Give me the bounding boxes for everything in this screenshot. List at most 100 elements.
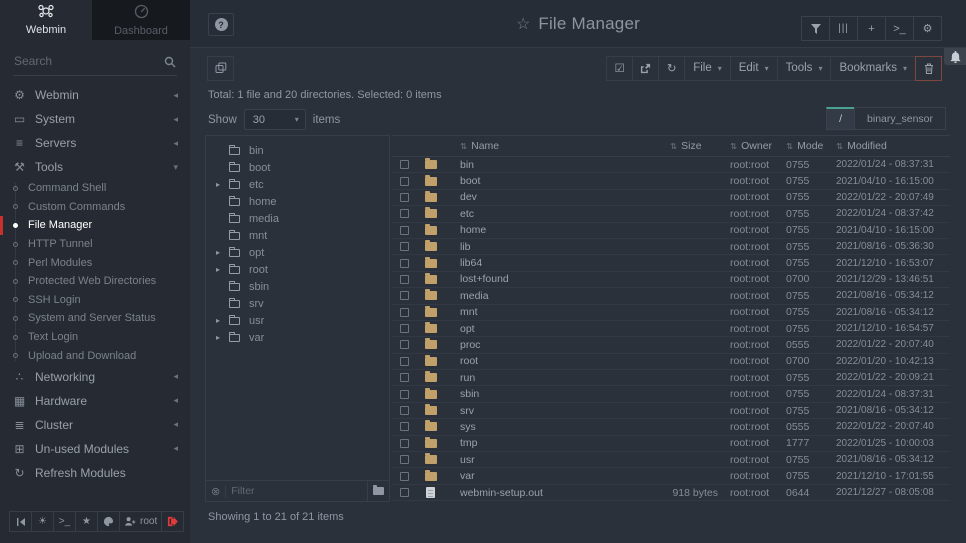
cell-name[interactable]: etc [460, 208, 670, 220]
table-row[interactable]: media root:root 0755 2021/08/16 - 05:34:… [392, 288, 950, 304]
row-checkbox[interactable] [400, 177, 409, 186]
palette-button[interactable] [97, 511, 120, 532]
row-checkbox[interactable] [400, 160, 409, 169]
logout-button[interactable] [161, 511, 184, 532]
tree-item-media[interactable]: media [206, 210, 389, 227]
cell-name[interactable]: opt [460, 323, 670, 335]
cell-name[interactable]: tmp [460, 437, 670, 449]
menu-tools[interactable]: Tools ▾ [777, 56, 832, 81]
row-checkbox[interactable] [400, 357, 409, 366]
table-row[interactable]: home root:root 0755 2021/04/10 - 16:15:0… [392, 223, 950, 239]
tree-expand-icon[interactable]: ▸ [216, 265, 229, 274]
tree-item-home[interactable]: home [206, 193, 389, 210]
clear-filter-icon[interactable]: ⊗ [211, 485, 220, 498]
tree-expand-icon[interactable]: ▸ [216, 333, 229, 342]
cell-name[interactable]: mnt [460, 306, 670, 318]
cell-name[interactable]: sys [460, 421, 670, 433]
notifications-button[interactable] [944, 48, 966, 65]
tree-item-boot[interactable]: boot [206, 159, 389, 176]
table-row[interactable]: dev root:root 0755 2022/01/22 - 20:07:49 [392, 190, 950, 206]
filter-button[interactable] [801, 16, 830, 41]
menu-edit[interactable]: Edit ▾ [730, 56, 778, 81]
column-header-name[interactable]: ⇅Name [460, 140, 670, 152]
sidebar-item-refresh-modules[interactable]: ↻ Refresh Modules [0, 461, 190, 485]
settings-button[interactable]: ⚙ [913, 16, 942, 41]
column-header-modified[interactable]: ⇅Modified [836, 140, 950, 152]
row-checkbox[interactable] [400, 242, 409, 251]
row-checkbox[interactable] [400, 209, 409, 218]
tree-folder-button[interactable] [367, 481, 389, 501]
cell-name[interactable]: sbin [460, 388, 670, 400]
tab-webmin[interactable]: Webmin [0, 0, 92, 40]
tree-item-mnt[interactable]: mnt [206, 227, 389, 244]
export-button[interactable] [632, 56, 659, 81]
table-row[interactable]: sys root:root 0555 2022/01/22 - 20:07:40 [392, 419, 950, 435]
table-row[interactable]: proc root:root 0555 2022/01/22 - 20:07:4… [392, 337, 950, 353]
tree-item-var[interactable]: ▸ var [206, 329, 389, 346]
add-button[interactable]: + [857, 16, 886, 41]
cell-name[interactable]: lib [460, 241, 670, 253]
tree-item-srv[interactable]: srv [206, 295, 389, 312]
select-all-button[interactable]: ☑ [606, 56, 633, 81]
row-checkbox[interactable] [400, 308, 409, 317]
cell-name[interactable]: root [460, 355, 670, 367]
search-input[interactable] [13, 48, 177, 75]
table-row[interactable]: srv root:root 0755 2021/08/16 - 05:34:12 [392, 403, 950, 419]
tree-item-root[interactable]: ▸ root [206, 261, 389, 278]
tree-expand-icon[interactable]: ▸ [216, 180, 229, 189]
help-button[interactable]: ? [208, 13, 234, 36]
sidebar-item-perl-modules[interactable]: Perl Modules [0, 253, 190, 272]
table-row[interactable]: var root:root 0755 2021/12/10 - 17:01:55 [392, 468, 950, 484]
shell-button[interactable]: >_ [885, 16, 914, 41]
sidebar-item-system[interactable]: ▭ System ◂ [0, 107, 190, 131]
page-size-select[interactable]: 30 ▾ [244, 109, 306, 130]
column-header-size[interactable]: ⇅Size [670, 140, 730, 152]
cell-name[interactable]: srv [460, 405, 670, 417]
theme-toggle-button[interactable]: ☀ [31, 511, 54, 532]
cell-name[interactable]: lib64 [460, 257, 670, 269]
cell-name[interactable]: proc [460, 339, 670, 351]
sidebar-item-upload-and-download[interactable]: Upload and Download [0, 346, 190, 365]
row-checkbox[interactable] [400, 455, 409, 464]
table-row[interactable]: lost+found root:root 0700 2021/12/29 - 1… [392, 272, 950, 288]
cell-name[interactable]: bin [460, 159, 670, 171]
row-checkbox[interactable] [400, 291, 409, 300]
cell-name[interactable]: home [460, 224, 670, 236]
table-row[interactable]: bin root:root 0755 2022/01/24 - 08:37:31 [392, 157, 950, 173]
sidebar-item-servers[interactable]: ≡ Servers ◂ [0, 131, 190, 155]
table-row[interactable]: opt root:root 0755 2021/12/10 - 16:54:57 [392, 321, 950, 337]
row-checkbox[interactable] [400, 406, 409, 415]
table-row[interactable]: lib64 root:root 0755 2021/12/10 - 16:53:… [392, 255, 950, 271]
collapse-sidebar-button[interactable] [9, 511, 32, 532]
row-checkbox[interactable] [400, 488, 409, 497]
column-header-mode[interactable]: ⇅Mode [786, 140, 836, 152]
tree-item-usr[interactable]: ▸ usr [206, 312, 389, 329]
tree-item-etc[interactable]: ▸ etc [206, 176, 389, 193]
cell-name[interactable]: boot [460, 175, 670, 187]
cell-name[interactable]: media [460, 290, 670, 302]
row-checkbox[interactable] [400, 226, 409, 235]
table-row[interactable]: lib root:root 0755 2021/08/16 - 05:36:30 [392, 239, 950, 255]
table-row[interactable]: mnt root:root 0755 2021/08/16 - 05:34:12 [392, 305, 950, 321]
cell-name[interactable]: webmin-setup.out [460, 487, 670, 499]
table-row[interactable]: sbin root:root 0755 2022/01/24 - 08:37:3… [392, 386, 950, 402]
cell-name[interactable]: dev [460, 191, 670, 203]
row-checkbox[interactable] [400, 390, 409, 399]
sidebar-item-custom-commands[interactable]: Custom Commands [0, 198, 190, 217]
sidebar-item-protected-web-directories[interactable]: Protected Web Directories [0, 272, 190, 291]
sidebar-item-networking[interactable]: ∴ Networking ◂ [0, 365, 190, 389]
table-row[interactable]: etc root:root 0755 2022/01/24 - 08:37:42 [392, 206, 950, 222]
trash-button[interactable] [915, 56, 942, 81]
copy-path-button[interactable] [207, 56, 234, 81]
menu-bookmarks[interactable]: Bookmarks ▾ [830, 56, 916, 81]
row-checkbox[interactable] [400, 422, 409, 431]
tree-item-opt[interactable]: ▸ opt [206, 244, 389, 261]
sidebar-item-cluster[interactable]: ≣ Cluster ◂ [0, 413, 190, 437]
tree-filter-input[interactable] [226, 485, 367, 497]
sidebar-item-ssh-login[interactable]: SSH Login [0, 291, 190, 310]
row-checkbox[interactable] [400, 259, 409, 268]
cell-name[interactable]: var [460, 470, 670, 482]
table-row[interactable]: usr root:root 0755 2021/08/16 - 05:34:12 [392, 452, 950, 468]
sidebar-item-hardware[interactable]: ▦ Hardware ◂ [0, 389, 190, 413]
sidebar-item-text-login[interactable]: Text Login [0, 328, 190, 347]
